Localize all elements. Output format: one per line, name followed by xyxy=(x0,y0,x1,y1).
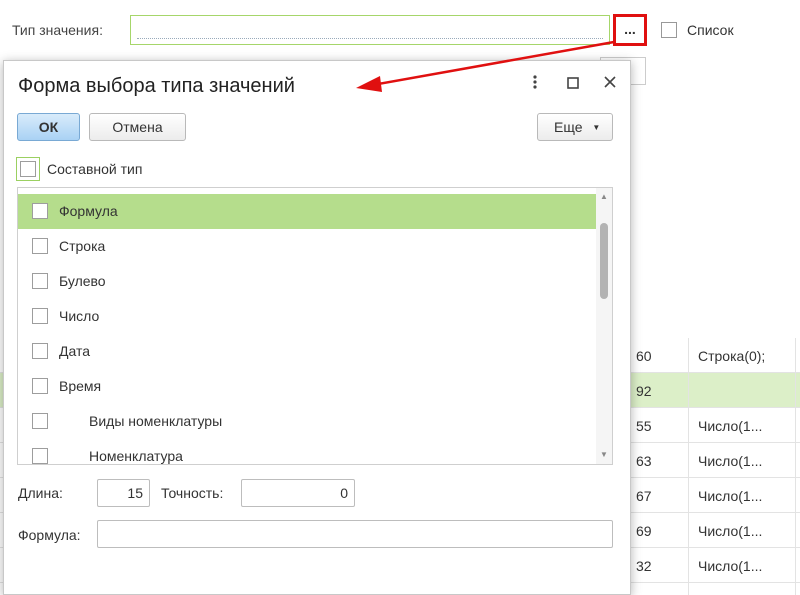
chevron-down-icon: ▼ xyxy=(592,123,601,132)
list-item-date[interactable]: Дата xyxy=(18,334,596,369)
list-item-time[interactable]: Время xyxy=(18,369,596,404)
value-type-label: Тип значения: xyxy=(12,22,103,38)
table-divider xyxy=(795,338,796,595)
table-cell: 60 xyxy=(636,348,652,364)
formula-label: Формула: xyxy=(18,527,81,543)
more-button-label: Еще xyxy=(554,119,583,135)
list-checkbox-label: Список xyxy=(687,22,734,38)
type-list[interactable]: Формула Строка Булево Число Дата Время В… xyxy=(17,187,613,465)
list-item-nomenclature[interactable]: Номенклатура xyxy=(18,439,596,464)
formula-input[interactable] xyxy=(97,520,613,548)
list-item-string[interactable]: Строка xyxy=(18,229,596,264)
checkbox[interactable] xyxy=(32,448,48,464)
composite-type-checkbox[interactable] xyxy=(16,157,40,181)
list-item-label: Время xyxy=(59,378,102,394)
table-cell: Число(1... xyxy=(698,488,763,504)
table-cell: 32 xyxy=(636,558,652,574)
table-cell: 92 xyxy=(636,383,652,399)
scroll-thumb[interactable] xyxy=(600,223,608,299)
kebab-menu-icon[interactable] xyxy=(525,75,545,95)
table-cell: Число(1... xyxy=(698,453,763,469)
checkbox[interactable] xyxy=(32,238,48,254)
dialog-title: Форма выбора типа значений xyxy=(18,75,295,97)
scroll-up-icon[interactable]: ▲ xyxy=(596,190,612,204)
list-item-label: Число xyxy=(59,308,100,324)
scroll-down-icon[interactable]: ▼ xyxy=(596,448,612,462)
ellipsis-button[interactable]: ... xyxy=(613,14,647,46)
maximize-icon[interactable] xyxy=(563,75,583,95)
more-button[interactable]: Еще ▼ xyxy=(537,113,613,141)
checkbox[interactable] xyxy=(32,273,48,289)
checkbox-box xyxy=(20,161,36,177)
value-type-field[interactable] xyxy=(130,15,610,45)
table-cell: Строка(0); xyxy=(698,348,766,364)
list-item-formula[interactable]: Формула xyxy=(18,194,596,229)
list-item-number[interactable]: Число xyxy=(18,299,596,334)
checkbox[interactable] xyxy=(32,343,48,359)
table-cell: 67 xyxy=(636,488,652,504)
checkbox[interactable] xyxy=(32,413,48,429)
type-selection-dialog: Форма выбора типа значений ОК Отмена Еще… xyxy=(3,60,631,595)
list-item-label: Строка xyxy=(59,238,106,254)
composite-type-label: Составной тип xyxy=(47,161,143,177)
table-divider xyxy=(688,338,689,595)
list-item-label: Булево xyxy=(59,273,106,289)
precision-input[interactable]: 0 xyxy=(241,479,355,507)
list-item-label: Виды номенклатуры xyxy=(89,413,223,429)
cancel-button[interactable]: Отмена xyxy=(89,113,186,141)
checkbox[interactable] xyxy=(32,378,48,394)
ok-button[interactable]: ОК xyxy=(17,113,80,141)
list-item-nomenclature-types[interactable]: Виды номенклатуры xyxy=(18,404,596,439)
list-item-label: Формула xyxy=(59,203,118,219)
list-scrollbar[interactable]: ▲ ▼ xyxy=(596,188,612,464)
table-cell: Число(1... xyxy=(698,418,763,434)
table-cell: Число(1... xyxy=(698,523,763,539)
checkbox[interactable] xyxy=(32,203,48,219)
list-item-boolean[interactable]: Булево xyxy=(18,264,596,299)
list-checkbox[interactable] xyxy=(661,22,677,38)
table-cell: 55 xyxy=(636,418,652,434)
length-label: Длина: xyxy=(18,485,63,501)
list-item-label: Дата xyxy=(59,343,91,359)
table-cell: 69 xyxy=(636,523,652,539)
list-item-label: Номенклатура xyxy=(89,448,183,464)
precision-label: Точность: xyxy=(161,485,224,501)
table-cell: Число(1... xyxy=(698,558,763,574)
checkbox[interactable] xyxy=(32,308,48,324)
ellipsis-icon: ... xyxy=(624,21,636,37)
close-icon[interactable] xyxy=(600,75,620,95)
length-input[interactable]: 15 xyxy=(97,479,150,507)
table-cell: 63 xyxy=(636,453,652,469)
